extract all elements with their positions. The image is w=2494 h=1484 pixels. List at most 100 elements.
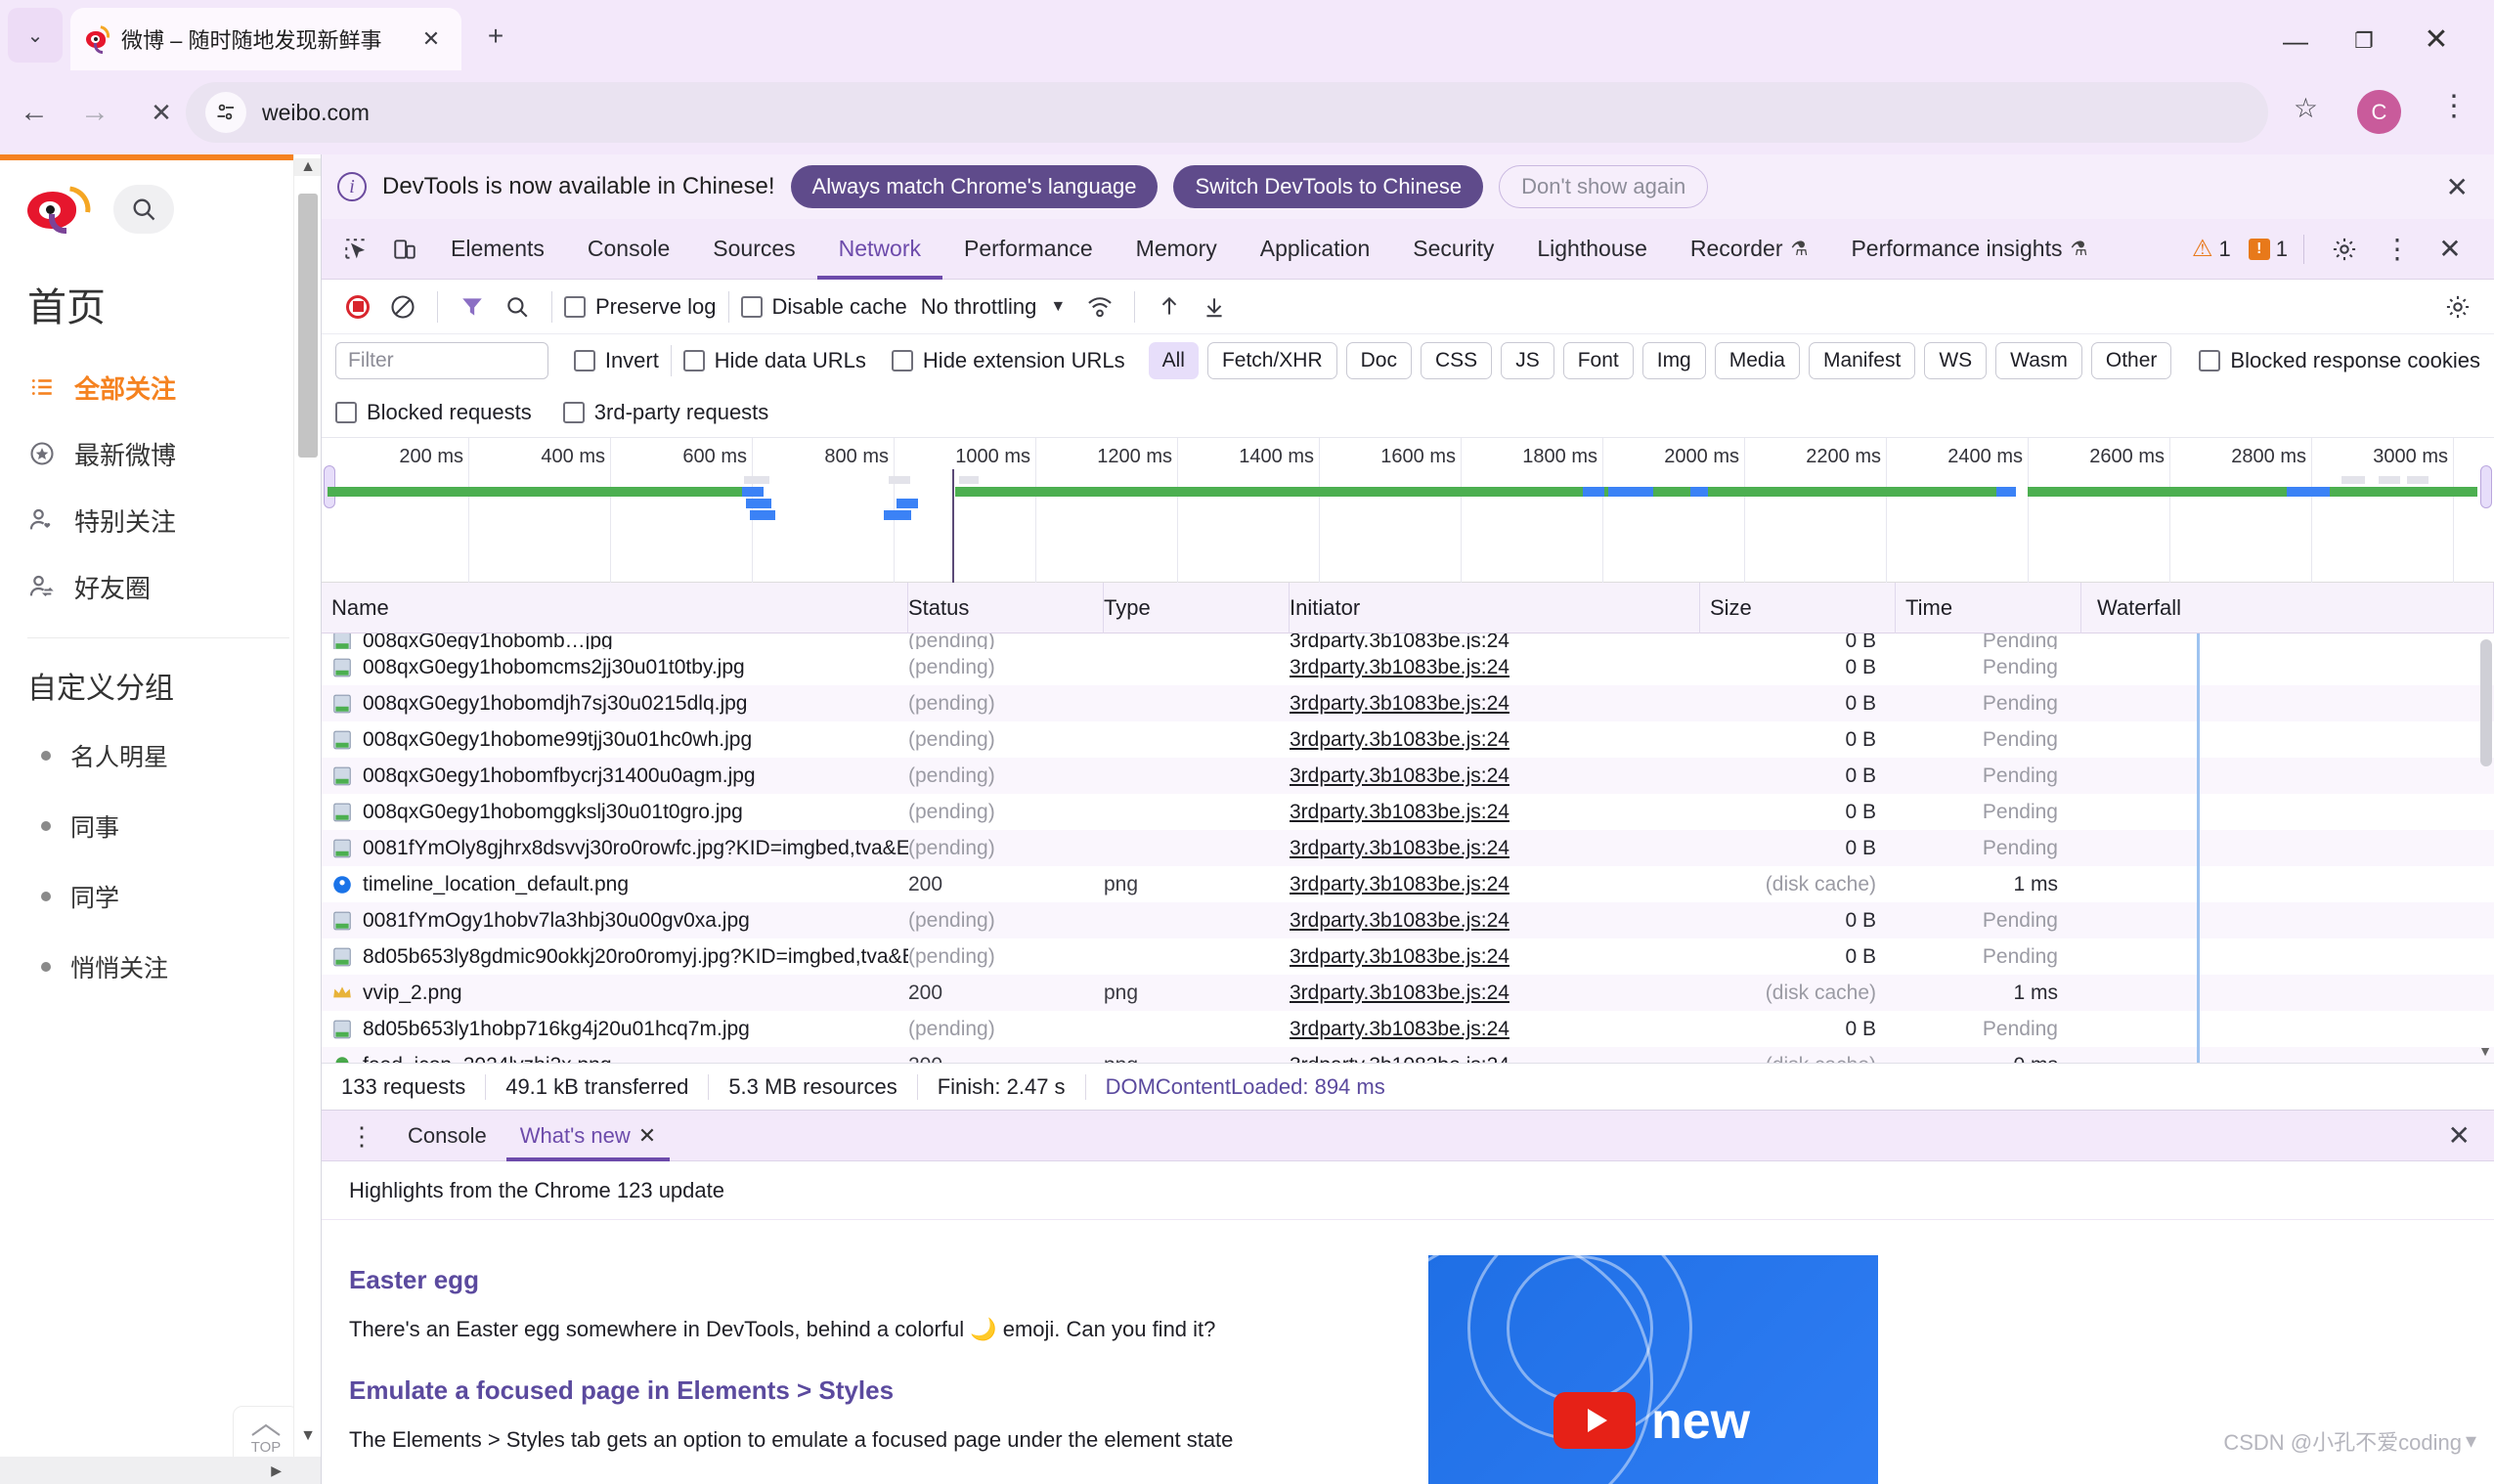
table-row-partial[interactable]: 008qxG0egy1hobomb…jpg (pending) 3rdparty… [322,633,2494,649]
cell-name[interactable]: 0081fYmOgy1hobv7la3hbj30u00gv0xa.jpg [322,909,908,933]
close-icon[interactable]: ✕ [2426,226,2474,273]
error-count-badge[interactable]: ! 1 [2248,237,2288,262]
inspect-element-icon[interactable] [331,226,380,273]
tab-network[interactable]: Network [817,219,942,280]
search-icon[interactable] [495,284,540,329]
tab-memory[interactable]: Memory [1115,219,1239,280]
drawer-kebab-icon[interactable]: ⋮ [335,1123,388,1149]
column-header-time[interactable]: Time [1896,583,2081,633]
table-scrollbar[interactable] [2480,639,2492,766]
blocked-requests-checkbox[interactable]: Blocked requests [335,400,532,425]
column-header-initiator[interactable]: Initiator [1290,583,1700,633]
table-row[interactable]: 008qxG0egy1hobome99tjj30u01hc0wh.jpg (pen… [322,721,2494,758]
overview-right-handle[interactable] [2480,465,2492,508]
sidebar-group-celebrity[interactable]: 名人明星 [27,720,293,791]
cell-name[interactable]: 8d05b653ly1hobp716kg4j20u01hcq7m.jpg [322,1018,908,1041]
kebab-icon[interactable]: ⋮ [2373,226,2422,273]
table-row[interactable]: feed_icon_2024lvzhi2x.png 200png3rdparty.… [322,1047,2494,1063]
column-header-waterfall[interactable]: Waterfall [2081,583,2494,633]
filter-type-js[interactable]: JS [1501,342,1554,379]
disable-cache-checkbox[interactable]: Disable cache [740,294,907,320]
switch-devtools-language-button[interactable]: Switch DevTools to Chinese [1173,165,1484,208]
tab-performance[interactable]: Performance [942,219,1115,280]
third-party-requests-checkbox[interactable]: 3rd-party requests [562,400,768,425]
whats-new-video-thumbnail[interactable]: new [1428,1255,1878,1484]
throttling-select[interactable]: No throttling [921,294,1037,320]
filter-input[interactable]: Filter [335,342,548,379]
scroll-thumb[interactable] [298,194,318,458]
initiator-link[interactable]: 3rdparty.3b1083be.js:24 [1290,1018,1510,1040]
tab-search-chevron-icon[interactable]: ⌄ [8,8,63,63]
window-close-button[interactable]: ✕ [2414,20,2459,59]
filter-icon[interactable] [450,284,495,329]
network-conditions-icon[interactable] [1077,284,1122,329]
hide-extension-urls-checkbox[interactable]: Hide extension URLs [891,348,1125,373]
network-settings-gear-icon[interactable] [2435,284,2480,329]
forward-button[interactable]: → [70,88,119,137]
drawer-tab-close-icon[interactable]: ✕ [638,1123,656,1149]
weibo-search-button[interactable] [113,185,174,234]
address-bar[interactable]: weibo.com [186,82,2268,143]
sidebar-group-colleague[interactable]: 同事 [27,791,293,861]
table-row[interactable]: timeline_location_default.png 200 png 3rdpa… [322,866,2494,902]
cell-name[interactable]: vvip_2.png [322,982,908,1005]
weibo-logo-icon[interactable] [27,186,94,234]
filter-type-wasm[interactable]: Wasm [1995,342,2082,379]
sidebar-item-all-follows[interactable]: 全部关注 [27,354,293,420]
table-body[interactable]: 008qxG0egy1hobomb…jpg (pending) 3rdparty… [322,633,2494,1063]
table-row[interactable]: 0081fYmOgy1hobv7la3hbj30u00gv0xa.jpg (pen… [322,902,2494,938]
page-vertical-scrollbar[interactable]: ▲ ▼ [293,154,322,1484]
sidebar-group-classmate[interactable]: 同学 [27,861,293,932]
always-match-language-button[interactable]: Always match Chrome's language [790,165,1159,208]
initiator-link[interactable]: 3rdparty.3b1083be.js:24 [1290,1054,1510,1064]
initiator-link[interactable]: 3rdparty.3b1083be.js:24 [1290,728,1510,751]
sidebar-item-special-follows[interactable]: 特别关注 [27,487,293,553]
column-header-size[interactable]: Size [1700,583,1896,633]
network-overview-timeline[interactable]: 200 ms 400 ms 600 ms 800 ms 1000 ms 1200… [322,438,2494,583]
initiator-link[interactable]: 3rdparty.3b1083be.js:24 [1290,656,1510,678]
browser-menu-icon[interactable]: ⋮ [2439,92,2469,121]
cell-initiator[interactable]: 3rdparty.3b1083be.js:24 [1290,656,1700,679]
export-har-icon[interactable] [1192,284,1237,329]
initiator-link[interactable]: 3rdparty.3b1083be.js:24 [1290,764,1510,787]
initiator-link[interactable]: 3rdparty.3b1083be.js:24 [1290,692,1510,715]
tab-performance-insights[interactable]: Performance insights ⚗ [1829,219,2109,280]
filter-type-ws[interactable]: WS [1924,342,1988,379]
cell-initiator[interactable]: 3rdparty.3b1083be.js:24 [1290,1054,1700,1064]
cell-initiator[interactable]: 3rdparty.3b1083be.js:24 [1290,909,1700,933]
page-horizontal-scrollbar[interactable]: ▶ [0,1457,321,1484]
cell-name[interactable]: 008qxG0egy1hobomggkslj30u01t0gro.jpg [322,801,908,824]
table-scroll-down-arrow[interactable]: ▼ [2476,1043,2494,1059]
sidebar-item-friends-circle[interactable]: 好友圈 [27,553,293,620]
scroll-down-arrow[interactable]: ▼ [294,1427,322,1445]
whats-new-heading[interactable]: Emulate a focused page in Elements > Sty… [349,1375,2467,1406]
bookmark-star-icon[interactable]: ☆ [2294,92,2318,124]
table-row[interactable]: vvip_2.png 200 png 3rdparty.3b1083be.js:24 (… [322,975,2494,1011]
table-row[interactable]: 8d05b653ly1hobp716kg4j20u01hcq7m.jpg (pen… [322,1011,2494,1047]
filter-type-fetch-xhr[interactable]: Fetch/XHR [1206,342,1337,379]
window-minimize-button[interactable]: — [2273,22,2318,61]
table-row[interactable]: 008qxG0egy1hobomfbycrj31400u0agm.jpg (pen… [322,758,2494,794]
table-row[interactable]: 008qxG0egy1hobomdjh7sj30u0215dlq.jpg (pen… [322,685,2494,721]
filter-type-img[interactable]: Img [1641,342,1706,379]
initiator-link[interactable]: 3rdparty.3b1083be.js:24 [1290,873,1510,895]
filter-type-doc[interactable]: Doc [1345,342,1412,379]
drawer-close-icon[interactable]: ✕ [2448,1119,2480,1152]
preserve-log-checkbox[interactable]: Preserve log [564,294,717,320]
cell-initiator[interactable]: 3rdparty.3b1083be.js:24 [1290,873,1700,896]
filter-type-manifest[interactable]: Manifest [1808,342,1916,379]
cell-initiator[interactable]: 3rdparty.3b1083be.js:24 [1290,982,1700,1005]
sidebar-group-quiet-follow[interactable]: 悄悄关注 [27,932,293,1002]
table-row[interactable]: 008qxG0egy1hobomcms2jj30u01t0tby.jpg (pen… [322,649,2494,685]
cell-initiator[interactable]: 3rdparty.3b1083be.js:24 [1290,728,1700,752]
cell-name[interactable]: 008qxG0egy1hobome99tjj30u01hc0wh.jpg [322,728,908,752]
drawer-tab-whats-new[interactable]: What's new ✕ [506,1111,670,1161]
cell-initiator[interactable]: 3rdparty.3b1083be.js:24 [1290,801,1700,824]
cell-name[interactable]: 0081fYmOly8gjhrx8dsvvj30ro0rowfc.jpg?KID… [322,837,908,860]
sidebar-item-latest-weibo[interactable]: 最新微博 [27,420,293,487]
cell-initiator[interactable]: 3rdparty.3b1083be.js:24 [1290,764,1700,788]
table-row[interactable]: 008qxG0egy1hobomggkslj30u01t0gro.jpg (pen… [322,794,2494,830]
warning-count-badge[interactable]: ⚠ 1 [2192,235,2231,263]
cell-initiator[interactable]: 3rdparty.3b1083be.js:24 [1290,692,1700,716]
column-header-type[interactable]: Type [1104,583,1290,633]
